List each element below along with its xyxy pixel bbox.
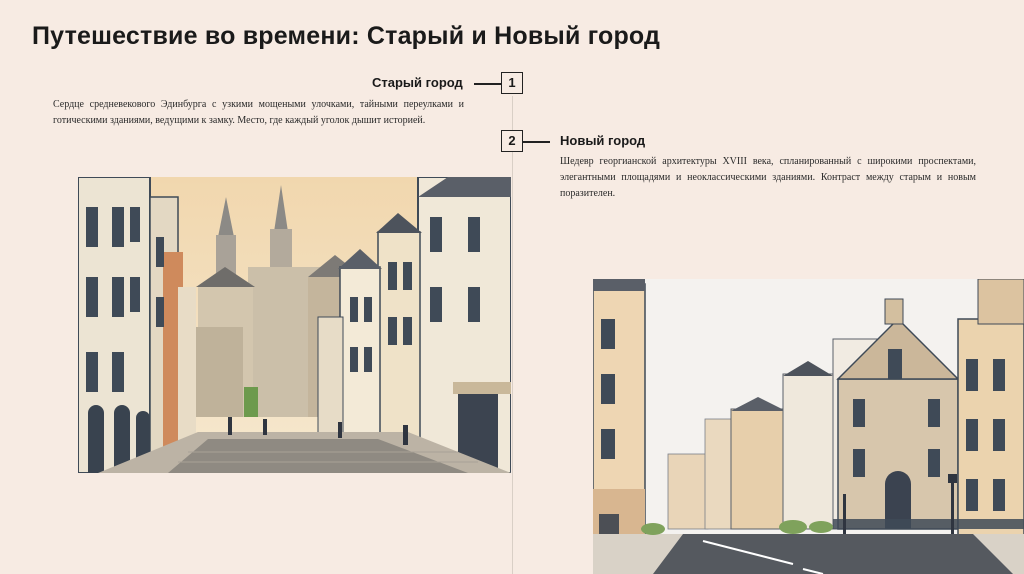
item-2-text: Шедевр георгианской архитектуры XVIII ве… xyxy=(560,156,976,199)
item-2-number-marker: 2 xyxy=(501,130,523,152)
item-1-heading: Старый город xyxy=(372,75,463,90)
slide-title: Путешествие во времени: Старый и Новый г… xyxy=(32,22,661,50)
item-2-heading: Новый город xyxy=(560,133,646,148)
item-1-number-marker: 1 xyxy=(501,72,523,94)
slide: Путешествие во времени: Старый и Новый г… xyxy=(0,0,1024,574)
item-1-connector xyxy=(474,83,501,85)
timeline-line xyxy=(512,96,513,574)
new-town-illustration xyxy=(593,279,1024,574)
item-1-text: Сердце средневекового Эдинбурга с узкими… xyxy=(53,99,464,126)
old-town-illustration xyxy=(78,177,511,473)
item-2-connector xyxy=(523,141,550,143)
